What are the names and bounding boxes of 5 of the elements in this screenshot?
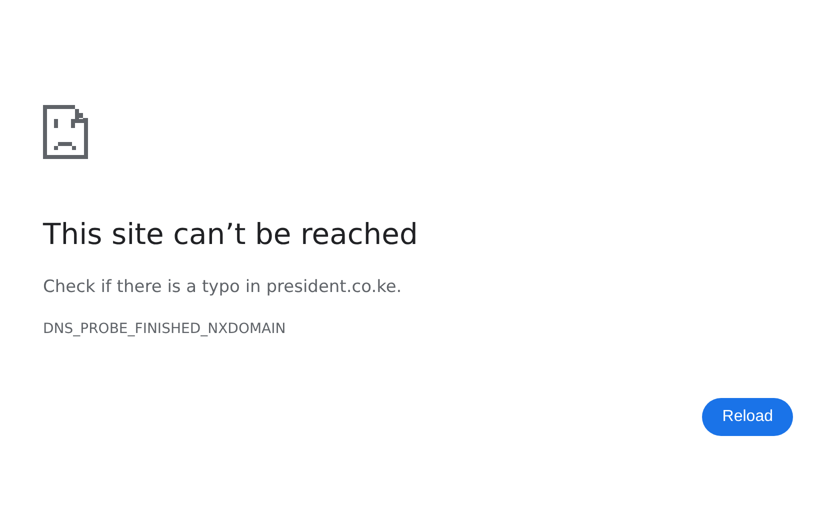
error-message: Check if there is a typo in president.co.ke. — [43, 276, 403, 299]
sad-page-icon — [43, 105, 88, 159]
error-code: DNS_PROBE_FINISHED_NXDOMAIN — [43, 320, 287, 338]
reload-button[interactable]: Reload — [702, 398, 793, 436]
error-title: This site can’t be reached — [43, 216, 419, 252]
